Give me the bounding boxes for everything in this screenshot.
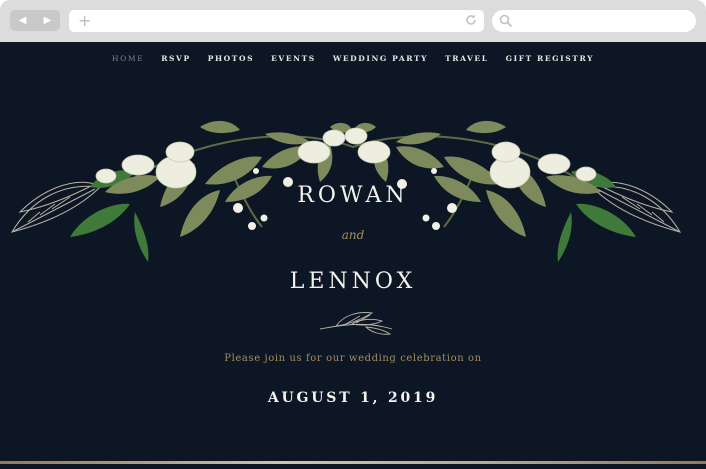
- wedding-website: HOME RSVP PHOTOS EVENTS WEDDING PARTY TR…: [0, 42, 706, 469]
- floral-garland-illustration: [10, 120, 682, 262]
- forward-arrow-icon[interactable]: ▶: [44, 15, 52, 26]
- nav-photos[interactable]: PHOTOS: [208, 54, 254, 63]
- invitation-text: Please join us for our wedding celebrati…: [224, 353, 482, 364]
- decorative-divider: [0, 461, 706, 464]
- reload-icon[interactable]: [464, 13, 478, 27]
- plus-icon[interactable]: +: [78, 11, 91, 31]
- nav-gift-registry[interactable]: GIFT REGISTRY: [506, 54, 594, 63]
- site-navigation: HOME RSVP PHOTOS EVENTS WEDDING PARTY TR…: [0, 54, 706, 63]
- nav-home[interactable]: HOME: [112, 54, 144, 63]
- nav-events[interactable]: EVENTS: [271, 54, 316, 63]
- nav-wedding-party[interactable]: WEDDING PARTY: [333, 54, 428, 63]
- history-buttons: ◀ ▶: [10, 10, 60, 31]
- partner-two-name: LENNOX: [289, 269, 417, 294]
- leaf-sprig-icon: [319, 312, 393, 335]
- address-bar[interactable]: +: [69, 10, 484, 32]
- back-arrow-icon[interactable]: ◀: [19, 15, 27, 26]
- browser-chrome: ◀ ▶ +: [0, 0, 706, 42]
- nav-travel[interactable]: TRAVEL: [445, 54, 489, 63]
- search-icon: [499, 14, 513, 28]
- partner-one-name: ROWAN: [297, 183, 409, 208]
- search-bar[interactable]: [492, 10, 696, 32]
- wedding-date: AUGUST 1, 2019: [267, 390, 439, 406]
- nav-rsvp[interactable]: RSVP: [161, 54, 191, 63]
- connector-text: and: [341, 228, 365, 242]
